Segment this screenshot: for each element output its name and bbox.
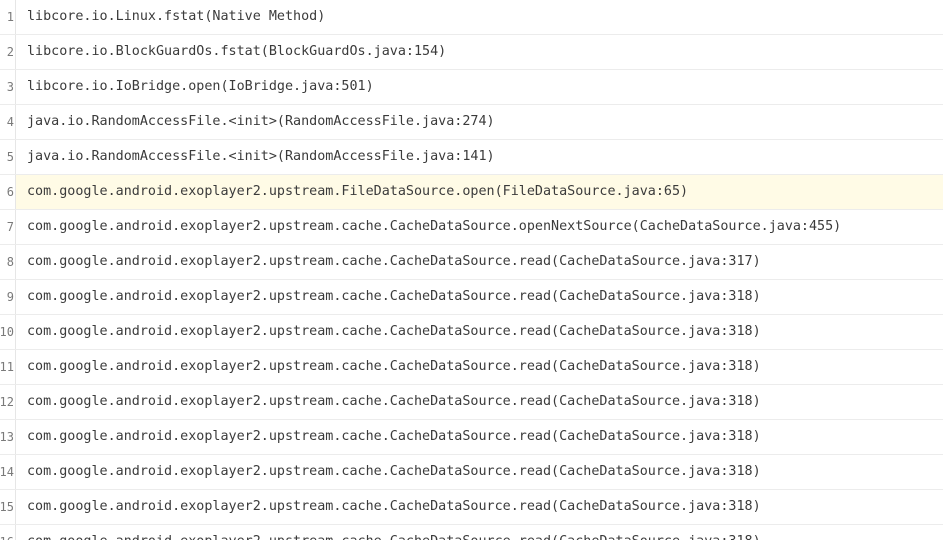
line-number: 5: [6, 150, 14, 164]
line-number: 14: [0, 465, 14, 479]
trace-row-highlighted[interactable]: 6 com.google.android.exoplayer2.upstream…: [0, 175, 943, 210]
line-number: 13: [0, 430, 14, 444]
trace-row[interactable]: 14 com.google.android.exoplayer2.upstrea…: [0, 455, 943, 490]
trace-line-text: com.google.android.exoplayer2.upstream.c…: [27, 499, 761, 514]
line-number: 15: [0, 500, 14, 514]
trace-line-text: com.google.android.exoplayer2.upstream.c…: [27, 254, 761, 269]
stack-trace-panel: 1 libcore.io.Linux.fstat(Native Method) …: [0, 0, 943, 540]
trace-line-text: java.io.RandomAccessFile.<init>(RandomAc…: [27, 114, 495, 129]
trace-row[interactable]: 5 java.io.RandomAccessFile.<init>(Random…: [0, 140, 943, 175]
trace-row[interactable]: 13 com.google.android.exoplayer2.upstrea…: [0, 420, 943, 455]
line-number: 7: [6, 220, 14, 234]
trace-line-text: com.google.android.exoplayer2.upstream.c…: [27, 394, 761, 409]
trace-line-text: libcore.io.IoBridge.open(IoBridge.java:5…: [27, 79, 374, 94]
trace-row[interactable]: 9 com.google.android.exoplayer2.upstream…: [0, 280, 943, 315]
stack-trace-rows: 1 libcore.io.Linux.fstat(Native Method) …: [0, 0, 943, 540]
trace-line-text: java.io.RandomAccessFile.<init>(RandomAc…: [27, 149, 495, 164]
line-number: 6: [6, 185, 14, 199]
trace-line-text: com.google.android.exoplayer2.upstream.c…: [27, 359, 761, 374]
line-number: 9: [6, 290, 14, 304]
trace-line-text: com.google.android.exoplayer2.upstream.c…: [27, 289, 761, 304]
line-number: 8: [6, 255, 14, 269]
trace-row[interactable]: 7 com.google.android.exoplayer2.upstream…: [0, 210, 943, 245]
line-number: 4: [6, 115, 14, 129]
trace-row[interactable]: 15 com.google.android.exoplayer2.upstrea…: [0, 490, 943, 525]
trace-line-text: libcore.io.BlockGuardOs.fstat(BlockGuard…: [27, 44, 447, 59]
trace-row[interactable]: 16 com.google.android.exoplayer2.upstrea…: [0, 525, 943, 540]
trace-line-text: com.google.android.exoplayer2.upstream.c…: [27, 464, 761, 479]
trace-line-text: com.google.android.exoplayer2.upstream.c…: [16, 525, 943, 540]
line-number: 10: [0, 325, 14, 339]
line-number: 2: [6, 45, 14, 59]
trace-line-text: libcore.io.Linux.fstat(Native Method): [27, 9, 326, 24]
trace-row[interactable]: 1 libcore.io.Linux.fstat(Native Method): [0, 0, 943, 35]
trace-row[interactable]: 12 com.google.android.exoplayer2.upstrea…: [0, 385, 943, 420]
line-number: 11: [0, 360, 14, 374]
trace-line-text: com.google.android.exoplayer2.upstream.F…: [16, 175, 943, 209]
trace-line-text: com.google.android.exoplayer2.upstream.c…: [27, 324, 761, 339]
trace-row[interactable]: 2 libcore.io.BlockGuardOs.fstat(BlockGua…: [0, 35, 943, 70]
line-number: 1: [6, 10, 14, 24]
line-number: 16: [0, 525, 14, 540]
trace-line-text: com.google.android.exoplayer2.upstream.c…: [27, 219, 842, 234]
line-number: 12: [0, 395, 14, 409]
trace-row[interactable]: 8 com.google.android.exoplayer2.upstream…: [0, 245, 943, 280]
trace-row[interactable]: 11 com.google.android.exoplayer2.upstrea…: [0, 350, 943, 385]
trace-row[interactable]: 4 java.io.RandomAccessFile.<init>(Random…: [0, 105, 943, 140]
trace-row[interactable]: 10 com.google.android.exoplayer2.upstrea…: [0, 315, 943, 350]
line-number: 3: [6, 80, 14, 94]
trace-line-text: com.google.android.exoplayer2.upstream.c…: [27, 429, 761, 444]
trace-row[interactable]: 3 libcore.io.IoBridge.open(IoBridge.java…: [0, 70, 943, 105]
